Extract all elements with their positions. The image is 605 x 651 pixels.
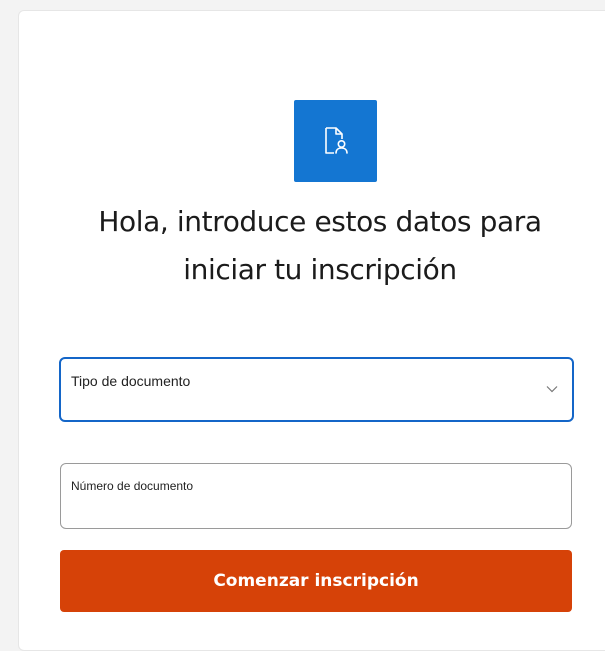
title-line-1: Hola, introduce estos datos para [98, 205, 542, 238]
start-registration-button[interactable]: Comenzar inscripción [60, 550, 572, 612]
chevron-down-icon [546, 386, 558, 393]
page-title: Hola, introduce estos datos para iniciar… [40, 198, 600, 294]
document-number-field[interactable]: Número de documento [60, 463, 572, 529]
document-type-select[interactable]: Tipo de documento [59, 357, 574, 422]
document-type-label: Tipo de documento [71, 373, 191, 389]
document-user-icon [294, 100, 377, 182]
title-line-2: iniciar tu inscripción [183, 253, 457, 286]
document-number-input[interactable] [71, 499, 555, 523]
document-number-label: Número de documento [71, 479, 194, 493]
